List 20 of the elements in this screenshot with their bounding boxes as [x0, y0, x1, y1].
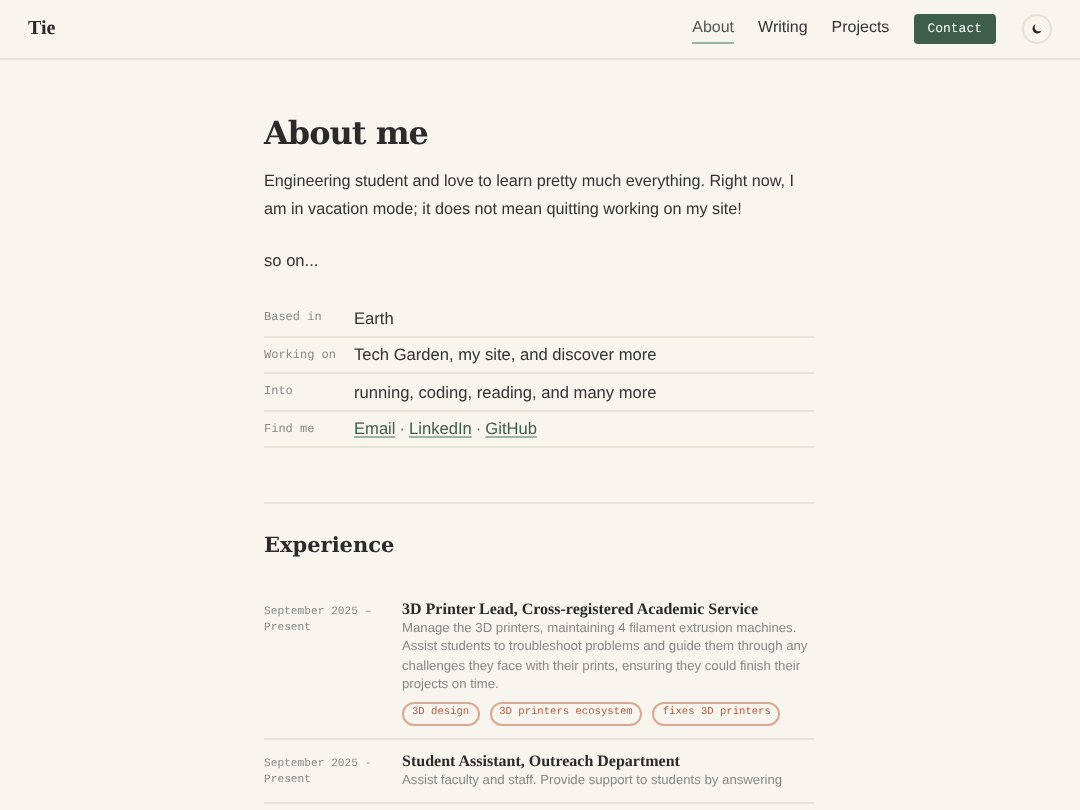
fact-value: Tech Garden, my site, and discover more — [354, 342, 657, 367]
intro-more-text: so on... — [264, 248, 321, 272]
link-separator: · — [475, 416, 482, 441]
intro-paragraph: Engineering student and love to learn pretty much everything. Right now, I am in vacation mode; it does not mean quitting working on my site! — [264, 170, 797, 222]
social-link[interactable]: GitHub — [485, 416, 537, 441]
nav-link[interactable]: About — [692, 15, 735, 43]
fact-value: Earth — [354, 305, 394, 330]
section-heading: Experience — [264, 532, 397, 562]
fact-value: running, coding, reading, and many more — [354, 379, 657, 404]
job-title: Student Assistant, Outreach Department — [402, 751, 682, 772]
job-title: 3D Printer Lead, Cross-registered Academic Service — [402, 599, 761, 620]
social-link[interactable]: Email — [354, 416, 396, 441]
link-separator: · — [399, 416, 406, 441]
social-link[interactable]: LinkedIn — [409, 416, 472, 441]
nav-link[interactable]: Projects — [831, 15, 890, 43]
theme-toggle-button[interactable] — [1022, 14, 1052, 44]
moon-icon — [1030, 22, 1044, 36]
nav-link[interactable]: Writing — [758, 15, 808, 43]
site-logo[interactable]: Tie — [28, 14, 56, 44]
page-title: About me — [264, 112, 430, 156]
